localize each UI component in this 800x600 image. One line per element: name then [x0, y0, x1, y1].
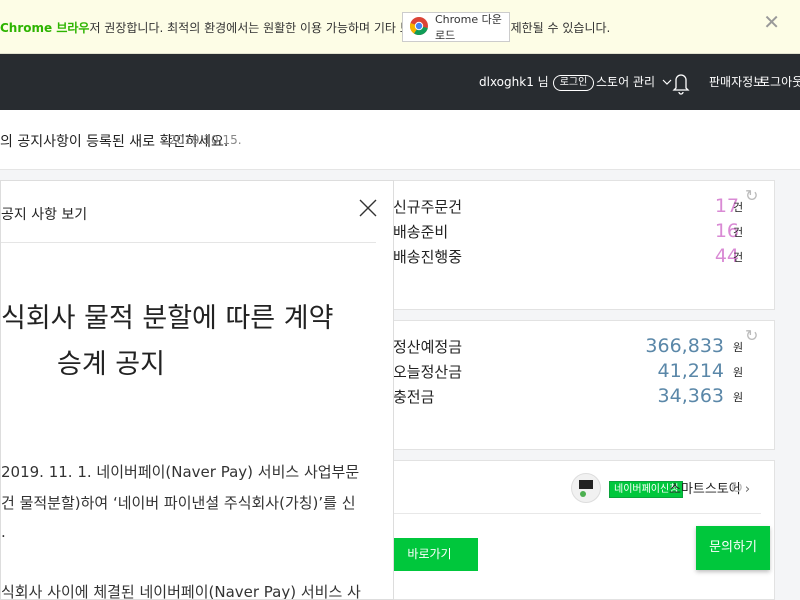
chrome-download-button[interactable]: Chrome 다운로드 — [402, 12, 510, 42]
modal-divider — [1, 242, 376, 243]
notice-rest: 저 권장합니다. 최적의 환경에서는 원활한 이용 가능하며 기타 브라우저 에… — [89, 21, 611, 35]
count-unit: 건 — [733, 226, 744, 239]
chrome-icon — [409, 16, 429, 39]
announcement-date: 2019.10.15. — [169, 133, 242, 147]
logout-link[interactable]: 로그아웃 — [759, 54, 800, 110]
modal-header-title: 공지 사항 보기 — [1, 207, 88, 223]
modal-body-line: 건 물적분할)하여 ‘네이버 파이낸셜 주식회사(가칭)’를 신 — [1, 494, 356, 512]
store-menu-label: 스토어 관리 — [596, 75, 656, 89]
modal-body-line: 2019. 11. 1. 네이버페이(Naver Pay) 서비스 사업부문 — [1, 463, 360, 481]
order-row-label: 배송준비 — [393, 223, 449, 241]
refresh-icon[interactable]: ↻ — [745, 186, 758, 205]
settlement-row-label: 오늘정산금 — [393, 363, 463, 381]
seller-info-link[interactable]: 판매자정보 — [709, 54, 764, 110]
settlement-row-label: 정산예정금 — [393, 338, 463, 356]
modal-body-line: 식회사 사이에 체결된 네이버페이(Naver Pay) 서비스 사 — [1, 583, 361, 600]
amount-unit: 원 — [733, 366, 744, 379]
user-account[interactable]: dlxoghk1 님 로그인 — [479, 54, 595, 110]
settlement-row-label: 충전금 — [393, 388, 435, 406]
chevron-down-icon — [659, 75, 672, 89]
bell-icon[interactable] — [671, 54, 691, 110]
order-status-card: 신규주문건 배송준비 배송진행중 17 16 44 건 건 건 ↻ — [380, 180, 775, 310]
go-button[interactable]: 바로가기 — [381, 538, 478, 571]
settlement-amount[interactable]: 366,833 — [645, 334, 724, 359]
top-nav-bar: dlxoghk1 님 로그인 스토어 관리 판매자정보 로그아웃 — [0, 54, 800, 110]
divider — [381, 513, 761, 514]
modal-title-line: 식회사 물적 분할에 따른 계약 — [1, 303, 334, 334]
count-unit: 건 — [733, 251, 744, 264]
refresh-icon[interactable]: ↻ — [745, 326, 758, 345]
chrome-download-label: Chrome 다운로드 — [435, 13, 502, 42]
amount-unit: 원 — [733, 341, 744, 354]
store-avatar — [571, 473, 601, 503]
browser-notice-bar: Chrome 브라우저 권장합니다. 최적의 환경에서는 원활한 이용 가능하며… — [0, 0, 800, 54]
order-row-label: 배송진행중 — [393, 248, 463, 266]
inquiry-floating-button[interactable]: 문의하기 — [696, 526, 770, 570]
refresh-icon[interactable]: ↻ — [730, 478, 743, 497]
amount-unit: 원 — [733, 391, 744, 404]
modal-title-line: 승계 공지 — [57, 349, 165, 380]
user-id: dlxoghk1 님 — [479, 75, 549, 89]
modal-body-line: . — [1, 523, 6, 541]
close-icon[interactable]: ✕ — [763, 12, 780, 32]
announcement-bar: 의 공지사항이 등록된 새로 확인하세요. 2019.10.15. — [0, 110, 800, 170]
store-menu-dropdown[interactable]: 스토어 관리 — [596, 54, 672, 110]
order-row-label: 신규주문건 — [393, 198, 463, 216]
browser-notice-text: Chrome 브라우저 권장합니다. 최적의 환경에서는 원활한 이용 가능하며… — [0, 19, 610, 36]
settlement-card: 정산예정금 오늘정산금 충전금 366,833 41,214 34,363 원 … — [380, 320, 775, 450]
count-unit: 건 — [733, 201, 744, 214]
close-icon[interactable] — [359, 199, 377, 221]
settlement-amount[interactable]: 41,214 — [658, 359, 724, 384]
notice-highlight: Chrome 브라우 — [0, 21, 90, 35]
user-badge[interactable]: 로그인 — [552, 74, 595, 91]
notice-modal: 공지 사항 보기 식회사 물적 분할에 따른 계약 승계 공지 2019. 11… — [0, 180, 394, 600]
settlement-amount[interactable]: 34,363 — [658, 384, 724, 409]
